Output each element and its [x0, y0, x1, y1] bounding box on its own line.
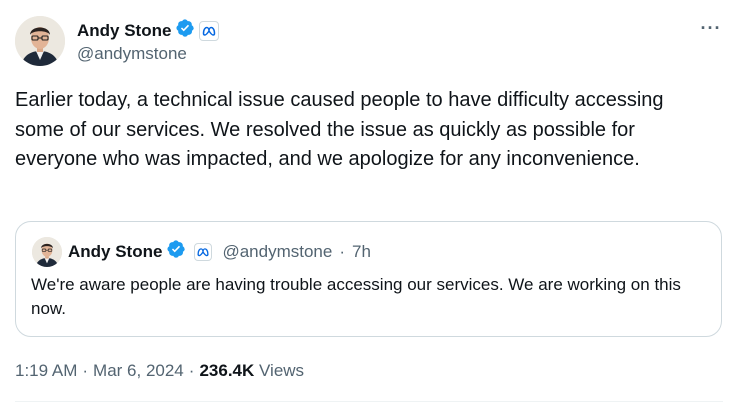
verified-badge-icon	[166, 239, 186, 264]
quoted-author-avatar[interactable]	[32, 237, 62, 267]
tweet-text: Earlier today, a technical issue caused …	[15, 89, 664, 170]
views-count: 236.4K	[199, 361, 255, 380]
more-options-icon[interactable]: ···	[694, 16, 728, 40]
verified-badge-icon	[175, 18, 195, 43]
quoted-author-handle[interactable]: @andymstone	[222, 242, 332, 262]
author-avatar[interactable]	[15, 16, 65, 66]
author-name[interactable]: Andy Stone	[77, 21, 171, 41]
quoted-author-row: Andy Stone @andymstone · 7h	[68, 239, 371, 264]
views-label: Views	[259, 361, 305, 380]
author-handle[interactable]: @andymstone	[77, 44, 187, 64]
quoted-tweet-age[interactable]: 7h	[352, 242, 371, 262]
tweet-date[interactable]: Mar 6, 2024	[93, 361, 184, 380]
divider	[15, 401, 723, 402]
tweet-time[interactable]: 1:19 AM	[15, 361, 77, 380]
meta-affiliation-icon[interactable]	[194, 242, 213, 261]
quoted-author-name[interactable]: Andy Stone	[68, 242, 162, 262]
quoted-tweet-text: We're aware people are having trouble ac…	[31, 275, 681, 318]
tweet-metadata: 1:19 AM · Mar 6, 2024 · 236.4K Views	[15, 361, 305, 380]
quoted-separator: ·	[339, 241, 345, 261]
author-name-row: Andy Stone	[77, 18, 220, 43]
meta-affiliation-icon[interactable]	[199, 20, 220, 41]
